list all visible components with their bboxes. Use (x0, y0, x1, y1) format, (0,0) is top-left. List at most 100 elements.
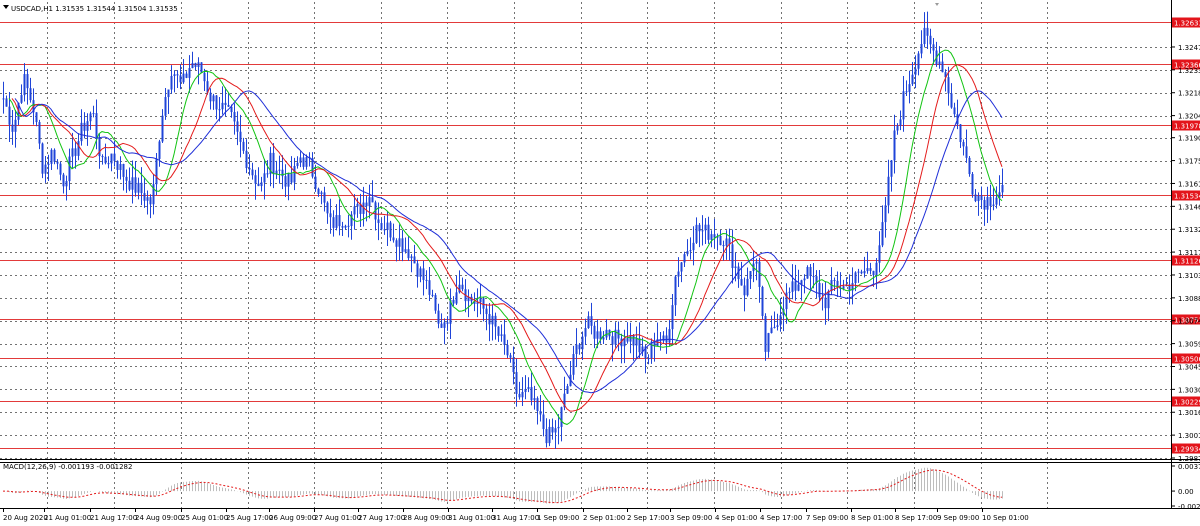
macd-label: MACD(12,26,9) -0.001193 -0.001282 (3, 463, 132, 471)
candle-body (515, 372, 518, 394)
candle-body (158, 141, 161, 159)
candle-body (5, 98, 8, 107)
candle-body (989, 197, 992, 206)
candle-body (254, 175, 257, 184)
price-tick-label: 1.30015 (1178, 432, 1200, 440)
time-tick-label: 2 Sep 01:00 (583, 514, 625, 522)
candle-body (182, 73, 185, 83)
candle-body (341, 226, 344, 228)
price-chart[interactable]: 1.326331.323661.319781.315341.311261.307… (0, 0, 1200, 526)
candle-body (812, 276, 815, 278)
candle-body (95, 113, 98, 138)
candle-body (533, 398, 536, 401)
price-tick-label: 1.32330 (1178, 67, 1200, 75)
candle-body (581, 336, 584, 350)
candle-body (176, 74, 179, 76)
candle-body (188, 68, 191, 78)
candle-body (686, 251, 689, 255)
candle-body (86, 121, 89, 131)
time-tick-label: 8 Sep 17:00 (895, 514, 937, 522)
candle-body (602, 337, 605, 340)
candle-body (440, 323, 443, 328)
macd-tick-label: 0.00376 (1178, 463, 1200, 471)
candle-body (119, 164, 122, 170)
candle-body (413, 256, 416, 264)
candle-body (638, 338, 641, 353)
candle-body (11, 124, 14, 132)
candle-body (173, 74, 176, 76)
candle-body (326, 202, 329, 214)
candle-body (35, 112, 38, 123)
time-tick-label: 10 Sep 01:00 (982, 514, 1029, 522)
candle-body (482, 298, 485, 309)
candle-body (797, 284, 800, 291)
candle-body (299, 157, 302, 163)
candle-body (668, 329, 671, 343)
candle-body (314, 176, 317, 189)
candle-body (338, 215, 341, 227)
candle-body (689, 250, 692, 252)
candle-body (986, 197, 989, 210)
price-tick-label: 1.31320 (1178, 226, 1200, 234)
candle-body (332, 217, 335, 228)
candle-body (248, 168, 251, 170)
price-tick-label: 1.30305 (1178, 386, 1200, 394)
candle-body (575, 344, 578, 355)
candle-body (404, 249, 407, 252)
candle-body (245, 150, 248, 169)
candle-body (47, 163, 50, 165)
candle-body (266, 173, 269, 175)
candle-body (509, 355, 512, 358)
candle-body (389, 222, 392, 238)
candle-body (959, 124, 962, 143)
candle-body (239, 131, 242, 142)
candle-body (125, 176, 128, 181)
candle-body (680, 262, 683, 272)
candle-body (383, 229, 386, 231)
candle-body (584, 328, 587, 337)
candle-body (965, 146, 968, 158)
candle-body (953, 107, 956, 115)
candle-body (521, 391, 524, 398)
time-tick-label: 26 Aug 09:00 (269, 514, 316, 522)
time-tick-label: 31 Aug 17:00 (492, 514, 539, 522)
time-tick-label: 9 Sep 09:00 (937, 514, 979, 522)
candle-body (776, 325, 779, 327)
candle-body (662, 335, 665, 342)
candle-body (755, 261, 758, 264)
level-price-label: 1.31534 (1174, 193, 1200, 201)
candle-body (578, 344, 581, 350)
time-tick-label: 25 Aug 01:00 (181, 514, 228, 522)
level-price-label: 1.31126 (1174, 258, 1200, 266)
candle-body (53, 149, 56, 162)
candle-body (452, 299, 455, 304)
candle-body (857, 271, 860, 273)
candle-body (242, 141, 245, 151)
candle-body (908, 84, 911, 92)
candle-body (749, 271, 752, 279)
candle-body (893, 130, 896, 161)
candle-body (44, 164, 47, 174)
candle-body (557, 426, 560, 429)
candle-body (392, 237, 395, 241)
candle-body (161, 115, 164, 142)
candle-body (416, 263, 419, 277)
candle-body (770, 327, 773, 334)
candle-body (566, 386, 569, 394)
candle-body (950, 93, 953, 108)
price-tick-label: 1.30450 (1178, 363, 1200, 371)
level-price-label: 1.32633 (1174, 20, 1200, 28)
price-tick-label: 1.32040 (1178, 113, 1200, 121)
level-price-label: 1.31978 (1174, 123, 1200, 131)
candle-body (803, 278, 806, 281)
candle-body (14, 119, 17, 132)
candle-body (284, 176, 287, 187)
candle-body (512, 357, 515, 373)
level-price-label: 1.30506 (1174, 356, 1200, 364)
macd-tick-label: -0.00224 (1178, 503, 1200, 511)
candle-body (983, 200, 986, 210)
time-tick-label: 25 Aug 17:00 (226, 514, 273, 522)
candle-body (503, 334, 506, 345)
candle-body (605, 329, 608, 338)
candle-body (224, 102, 227, 105)
